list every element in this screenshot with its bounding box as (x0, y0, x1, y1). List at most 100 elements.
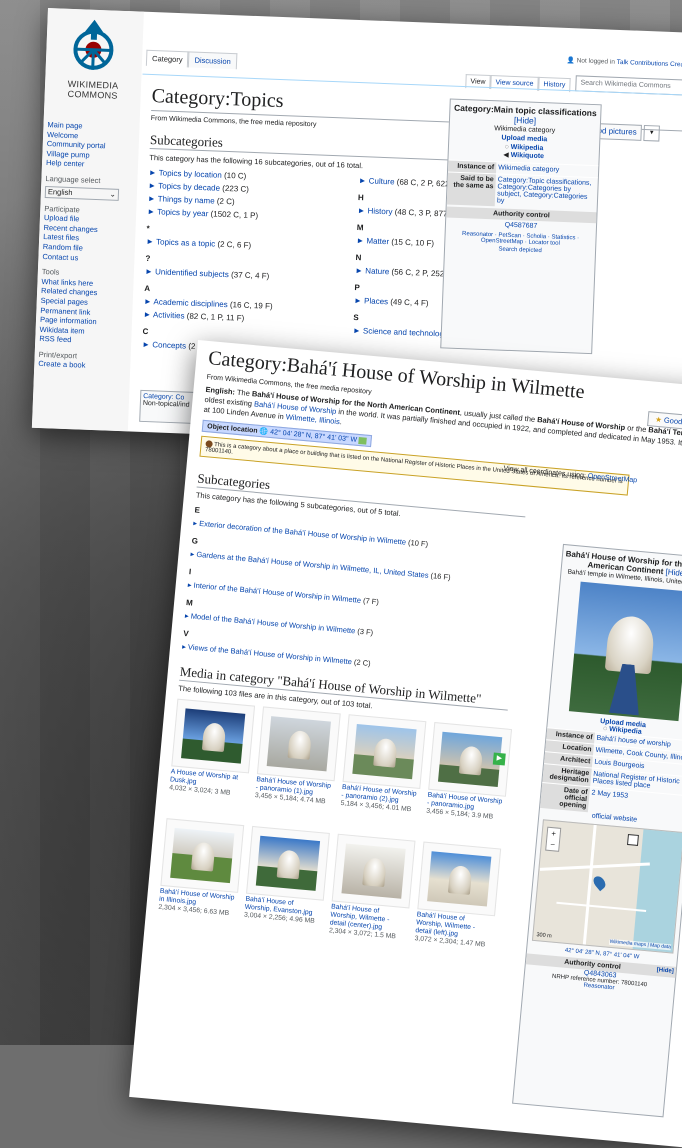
thumbnail-image (170, 827, 235, 884)
language-heading: Language select (45, 173, 101, 186)
thumbnail-image (255, 835, 321, 891)
good-pictures-dropdown[interactable]: ▾ (643, 124, 660, 142)
star-icon: ★ (654, 414, 663, 425)
user-icon: 👤 (566, 56, 575, 65)
wikiquote-link[interactable]: Wikiquote (511, 152, 545, 160)
infobox-hide-link[interactable]: [Hide] (514, 115, 537, 126)
media-tile[interactable]: Bahá'í House of Worship - panoramio (1).… (255, 706, 341, 807)
map-road (539, 862, 650, 871)
subcategory-link[interactable]: Topics by decade (158, 181, 220, 192)
temple-dome (190, 841, 216, 872)
sidebar: WIKIMEDIA COMMONS Main page Welcome Comm… (31, 8, 144, 432)
media-tile[interactable]: Bahá'í House of Worship, Evanston.jpg 3,0… (244, 825, 330, 927)
triangle-right-icon: ► (148, 180, 159, 191)
zoom-out-icon[interactable]: − (546, 839, 559, 851)
temple-dome (287, 730, 312, 760)
subcategory-link[interactable]: Nature (365, 266, 389, 276)
temple-dome (458, 745, 484, 776)
thumbnail-image (266, 716, 331, 772)
media-thumbnail[interactable] (331, 833, 416, 909)
subcategory-link[interactable]: Culture (369, 176, 395, 186)
subcategory-link[interactable]: Topics as a topic (156, 237, 215, 248)
media-thumbnail[interactable] (256, 706, 341, 782)
map-scale: 300 m (536, 932, 552, 940)
map-icon[interactable] (358, 436, 368, 445)
media-tile[interactable]: A House of Worship at Dusk.jpg 4,032 × 3,… (169, 698, 256, 800)
nav-rss-feed[interactable]: RSS feed (39, 334, 113, 346)
media-tile[interactable]: Bahá'í House of Worship, Wilmette - deta… (329, 833, 416, 942)
triangle-right-icon: ► (358, 176, 369, 186)
language-value: English (47, 186, 73, 197)
subcategory-count: (223 C) (222, 183, 250, 194)
subcategory-count: (37 C, 4 F) (230, 270, 270, 281)
subcategory-column-a: ► Topics by location (10 C) ► Topics by d… (142, 166, 349, 359)
language-select[interactable]: English ⌄ (44, 185, 120, 201)
object-location-value[interactable]: 42° 04' 28" N, 87° 41' 03" W (270, 429, 357, 444)
wikipedia-icon: ◌ (602, 725, 608, 733)
fullscreen-icon[interactable] (626, 834, 639, 846)
tab-category[interactable]: Category (145, 49, 189, 68)
subcategory-count: (49 C, 4 F) (390, 297, 429, 308)
tab-discussion[interactable]: Discussion (188, 51, 238, 70)
media-tile[interactable]: Bahá'í House of Worship in Illinois.jpg 2… (158, 818, 245, 919)
location-map[interactable]: + − 300 m Wikimedia maps | Map data (531, 819, 682, 954)
subcategory-link[interactable]: Academic disciplines (153, 297, 228, 309)
intro-text-1: The (236, 387, 253, 399)
wikiquote-icon: ◀ (503, 151, 509, 159)
subcategory-link[interactable]: Science and technology (363, 326, 448, 338)
temple-dome (362, 857, 387, 888)
subcategory-link[interactable]: Things by name (158, 194, 215, 205)
sidebar-nav: Main page Welcome Community portal Villa… (38, 120, 122, 372)
nav-create-book[interactable]: Create a book (38, 359, 112, 371)
subcategory-link[interactable]: History (367, 206, 392, 216)
talk-link[interactable]: Talk (617, 59, 629, 66)
triangle-right-icon: ► (353, 295, 365, 306)
slideshow-button[interactable]: ▶ (492, 752, 506, 766)
triangle-right-icon: ► (143, 309, 154, 320)
media-thumbnail[interactable] (160, 818, 245, 893)
thumbnail-image (341, 843, 406, 899)
media-thumbnail[interactable] (246, 825, 330, 901)
media-thumbnail[interactable] (342, 714, 427, 790)
chevron-down-icon: ▾ (649, 129, 654, 137)
subcategory-link[interactable]: Topics by year (157, 207, 208, 218)
logo-text: WIKIMEDIA COMMONS (67, 78, 119, 101)
triangle-right-icon: ► (141, 339, 153, 350)
map-zoom-controls[interactable]: + − (545, 826, 562, 852)
chevron-down-icon: ⌄ (109, 189, 117, 199)
subcategory-count: (7 F) (362, 596, 380, 607)
subcategory-link[interactable]: Unidentified subjects (155, 267, 229, 279)
thumbnail-image (427, 851, 492, 907)
said-same-value[interactable]: Category:Topic classifications, Category… (495, 174, 598, 210)
subcategory-count: (2 C) (353, 657, 371, 669)
thumbnail-image (352, 724, 417, 780)
triangle-right-icon: ► (352, 325, 364, 336)
create-account-link[interactable]: Create ac (670, 61, 682, 69)
map-road (556, 901, 647, 912)
temple-photo[interactable] (568, 581, 682, 722)
media-thumbnail[interactable] (171, 698, 256, 774)
subcategory-link[interactable]: Activities (153, 310, 185, 320)
subcategory-link[interactable]: Topics by location (159, 168, 222, 179)
media-tile[interactable]: Bahá'í House of Worship, Wilmette - deta… (414, 841, 502, 950)
media-tile[interactable]: Bahá'í House of Worship - panoramio.jpg 3… (426, 722, 513, 823)
object-location-label: Object location (206, 423, 258, 435)
temple-dome (276, 849, 302, 880)
subcategory-link[interactable]: Places (364, 296, 388, 306)
subcategory-link[interactable]: Concepts (152, 340, 186, 350)
subcategory-link[interactable]: Matter (366, 236, 389, 246)
authority-hide-link[interactable]: [Hide] (657, 967, 674, 975)
globe-icon: 🌐 (259, 427, 269, 436)
media-thumbnail[interactable] (417, 841, 502, 917)
nav-contact-us[interactable]: Contact us (42, 252, 116, 264)
nav-help-center[interactable]: Help center (46, 158, 120, 170)
media-tile[interactable]: Bahá'í House of Worship - panoramio (2).… (340, 714, 427, 815)
contributions-link[interactable]: Contributions (630, 59, 669, 67)
map-pin-icon (591, 874, 608, 892)
triangle-right-icon: ► (144, 266, 156, 277)
good-pictures-label: Good pictures (663, 415, 682, 429)
subcategory-count: (16 F) (430, 571, 451, 582)
infobox-rows: Instance of Bahá'í house of worship Locati… (539, 727, 682, 822)
bahai-page: Category:Bahá'í House of Worship in Wilm… (129, 340, 682, 1148)
triangle-right-icon: ► (145, 236, 157, 247)
